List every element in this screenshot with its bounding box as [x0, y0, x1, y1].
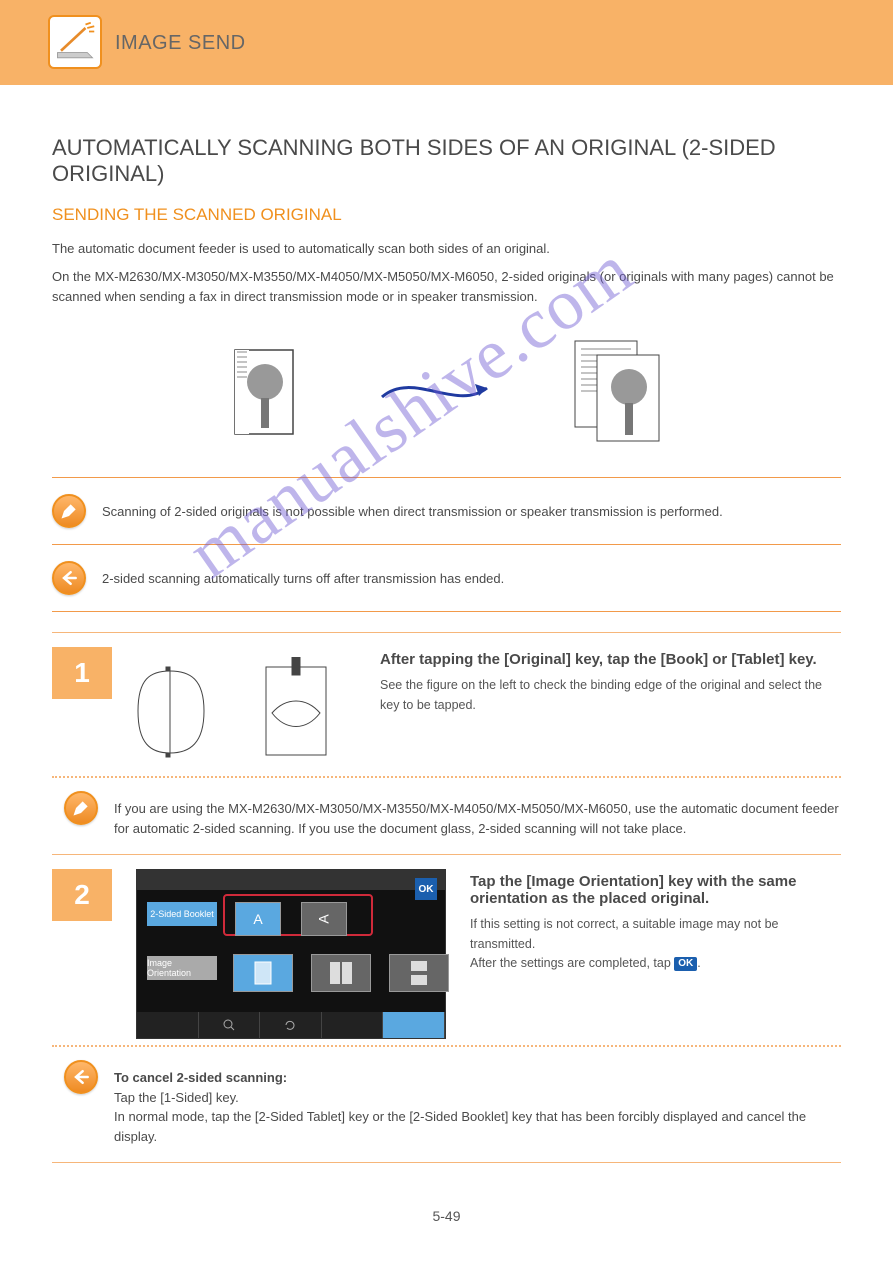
orientation-portrait-button[interactable]: A: [235, 902, 281, 936]
panel-tab-2sided-booklet[interactable]: 2-Sided Booklet: [147, 902, 217, 926]
top-banner: IMAGE SEND: [0, 0, 893, 85]
tablet-icon: [266, 657, 326, 755]
banner-title: IMAGE SEND: [115, 32, 246, 55]
page-number: 5-49: [52, 1208, 841, 1224]
back-arrow-icon: [64, 1060, 98, 1094]
option-2sided-booklet[interactable]: [311, 954, 371, 992]
step1-note: If you are using the MX-M2630/MX-M3050/M…: [52, 783, 841, 846]
intro-paragraph-2: On the MX-M2630/MX-M3050/MX-M3550/MX-M40…: [52, 267, 841, 307]
step2-cancel-text: To cancel 2-sided scanning: Tap the [1-S…: [114, 1060, 841, 1146]
step2-detail: If this setting is not correct, a suitab…: [470, 915, 841, 973]
panel-tab-image-orientation[interactable]: Image Orientation: [147, 956, 217, 980]
step2-title: Tap the [Image Orientation] key with the…: [470, 873, 841, 907]
step2-cancel-note: To cancel 2-sided scanning: Tap the [1-S…: [52, 1052, 841, 1154]
step-number-2: 2: [52, 869, 112, 921]
note-auto-off: 2-sided scanning automatically turns off…: [52, 553, 841, 603]
intro-paragraph-1: The automatic document feeder is used to…: [52, 239, 841, 259]
pencil-icon: [64, 791, 98, 825]
step-2: 2 OK 2-Sided Booklet Image Orientation A…: [52, 869, 841, 1039]
step1-title: After tapping the [Original] key, tap th…: [380, 651, 841, 668]
panel-screenshot: OK 2-Sided Booklet Image Orientation A A: [136, 869, 446, 1039]
panel-nav-preview[interactable]: [199, 1012, 261, 1038]
back-arrow-icon: [52, 561, 86, 595]
panel-nav-ca[interactable]: [260, 1012, 322, 1038]
step1-note-text: If you are using the MX-M2630/MX-M3050/M…: [114, 791, 841, 838]
section-send-original: SENDING THE SCANNED ORIGINAL: [52, 205, 841, 225]
note-text: Scanning of 2-sided originals is not pos…: [102, 494, 723, 522]
panel-nav-4[interactable]: [322, 1012, 384, 1038]
pencil-icon: [52, 494, 86, 528]
step1-illustration: [136, 657, 356, 770]
note-text: 2-sided scanning automatically turns off…: [102, 561, 504, 589]
option-2sided-tablet[interactable]: [389, 954, 449, 992]
note-scanning-not-possible: Scanning of 2-sided originals is not pos…: [52, 486, 841, 536]
panel-nav-start[interactable]: [383, 1012, 445, 1038]
step-number-1: 1: [52, 647, 112, 699]
inline-ok-icon: OK: [674, 957, 697, 971]
option-1sided[interactable]: [233, 954, 293, 992]
scanner-icon: [48, 15, 102, 69]
step-1: 1 After tapping the [Original] key: [52, 647, 841, 770]
arrow-icon: [377, 372, 497, 412]
panel-ok-button[interactable]: OK: [415, 878, 437, 900]
book-open-icon: [138, 667, 204, 757]
original-front-back-icon: [217, 342, 307, 442]
step1-detail: See the figure on the left to check the …: [380, 676, 841, 715]
page-title: AUTOMATICALLY SCANNING BOTH SIDES OF AN …: [52, 135, 841, 187]
output-two-pages-icon: [567, 337, 677, 447]
orientation-landscape-button[interactable]: A: [301, 902, 347, 936]
panel-nav-1[interactable]: [137, 1012, 199, 1038]
two-sided-illustration: [52, 337, 841, 447]
